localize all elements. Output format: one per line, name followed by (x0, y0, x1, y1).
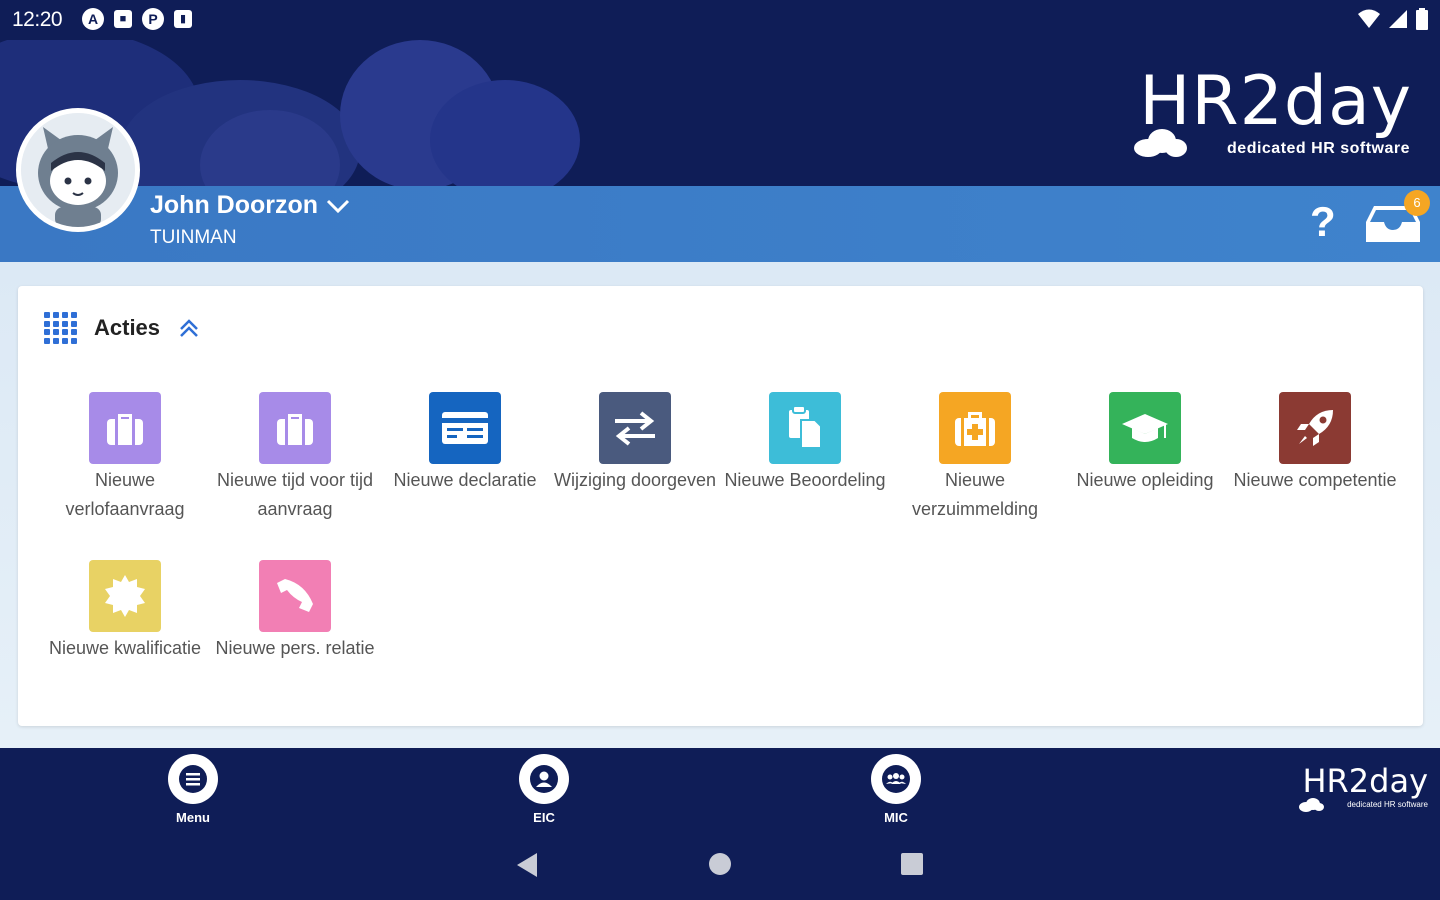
chevron-down-icon (326, 199, 350, 213)
background-cloud (430, 80, 580, 186)
user-role: TUINMAN (150, 227, 237, 248)
person-icon (530, 765, 558, 793)
action-nieuwe-competentie[interactable]: Nieuwe competentie (1230, 392, 1400, 495)
wifi-icon (1358, 9, 1380, 28)
action-tile (89, 560, 161, 632)
notification-icon: ▮ (174, 10, 192, 28)
cloud-icon (1134, 129, 1187, 157)
action-label: Wijziging doorgeven (553, 470, 717, 490)
receipt-icon (442, 412, 488, 444)
action-tile (769, 392, 841, 464)
notification-icon: ■ (114, 10, 132, 28)
status-bar: 12:20 A ■ P ▮ (0, 0, 1440, 40)
status-time: 12:20 (12, 8, 63, 31)
graduation-cap-icon (1122, 414, 1168, 442)
action-nieuwe-pers-relatie[interactable]: Nieuwe pers. relatie (210, 560, 380, 663)
action-label: Nieuwe opleiding (1076, 470, 1214, 490)
system-indicators (1358, 8, 1428, 30)
action-label: Nieuwe kwalificatie (48, 638, 202, 658)
avatar-illustration (21, 113, 135, 227)
action-label: Nieuwe competentie (1233, 470, 1397, 490)
nav-label: EIC (533, 810, 555, 825)
action-tile (429, 392, 501, 464)
action-tile (259, 392, 331, 464)
briefcase-icon (107, 414, 143, 445)
nav-menu[interactable]: Menu (148, 754, 238, 825)
menu-icon (179, 765, 207, 793)
bottom-navigation: Menu EIC MIC HR2day dedicated HR softwar… (0, 748, 1440, 828)
action-wijziging-doorgeven[interactable]: Wijziging doorgeven (550, 392, 720, 495)
avatar[interactable] (16, 108, 140, 232)
actions-header[interactable]: Acties (44, 312, 200, 344)
badge-seal-icon (105, 575, 145, 617)
nav-circle (519, 754, 569, 804)
action-nieuwe-declaratie[interactable]: Nieuwe declaratie (380, 392, 550, 495)
mini-brand-logo: HR2day dedicated HR software (1298, 762, 1428, 812)
battery-icon (1416, 8, 1428, 30)
nav-mic[interactable]: MIC (851, 754, 941, 825)
action-nieuwe-tijd-voor-tijd[interactable]: Nieuwe tijd voor tijd aanvraag (210, 392, 380, 524)
user-name-dropdown[interactable]: John Doorzon (150, 191, 350, 220)
user-name: John Doorzon (150, 191, 319, 219)
nav-label: MIC (884, 810, 908, 825)
action-tile (259, 560, 331, 632)
action-nieuwe-verzuimmelding[interactable]: Nieuwe verzuimmelding (890, 392, 1060, 524)
apps-grid-icon (44, 312, 77, 344)
action-label: Nieuwe verlofaanvraag (65, 470, 185, 519)
home-icon[interactable] (708, 852, 732, 876)
notification-icon: A (82, 8, 104, 30)
briefcase-icon (277, 414, 313, 445)
nav-label: Menu (176, 810, 210, 825)
inbox-count-badge: 6 (1404, 190, 1430, 216)
phone-icon (277, 579, 313, 612)
action-label: Nieuwe pers. relatie (215, 638, 375, 658)
back-icon[interactable] (515, 852, 539, 878)
clipboard-copy-icon (789, 405, 822, 449)
action-label: Nieuwe verzuimmelding (911, 470, 1039, 519)
cloud-icon (1299, 798, 1324, 812)
action-nieuwe-verlofaanvraag[interactable]: Nieuwe verlofaanvraag (40, 392, 210, 524)
section-title: Acties (94, 315, 161, 340)
action-label: Nieuwe declaratie (393, 470, 537, 490)
brand-tagline: dedicated HR software (1347, 800, 1428, 809)
help-icon[interactable]: ? (1310, 198, 1336, 246)
action-nieuwe-beoordeling[interactable]: Nieuwe Beoordeling (720, 392, 890, 495)
system-navigation-bar (0, 828, 1440, 900)
action-tile (599, 392, 671, 464)
rocket-icon (1297, 410, 1333, 446)
nav-eic[interactable]: EIC (499, 754, 589, 825)
header-banner: HR2day dedicated HR software (0, 40, 1440, 186)
notification-icons: A ■ P ▮ (82, 8, 192, 30)
main-content: Acties Nieuwe verlofaanvraag Nieuwe tijd… (0, 262, 1440, 748)
action-nieuwe-opleiding[interactable]: Nieuwe opleiding (1060, 392, 1230, 495)
action-label: Nieuwe Beoordeling (724, 470, 886, 490)
action-nieuwe-kwalificatie[interactable]: Nieuwe kwalificatie (40, 560, 210, 663)
action-tile (1109, 392, 1181, 464)
medical-kit-icon (955, 412, 995, 446)
notification-icon: P (142, 8, 164, 30)
collapse-chevron-up-icon[interactable] (178, 317, 200, 339)
group-icon (882, 765, 910, 793)
action-tile (939, 392, 1011, 464)
brand-name: HR2day (1302, 762, 1428, 800)
signal-icon (1389, 10, 1407, 28)
swap-arrows-icon (615, 411, 655, 446)
action-label: Nieuwe tijd voor tijd aanvraag (216, 470, 374, 519)
nav-circle (168, 754, 218, 804)
brand-tagline: dedicated HR software (1227, 140, 1410, 157)
nav-circle (871, 754, 921, 804)
action-tile (1279, 392, 1351, 464)
recents-icon[interactable] (900, 852, 924, 876)
brand-logo: HR2day dedicated HR software (1132, 62, 1412, 162)
actions-card: Acties Nieuwe verlofaanvraag Nieuwe tijd… (18, 286, 1423, 726)
action-tile (89, 392, 161, 464)
